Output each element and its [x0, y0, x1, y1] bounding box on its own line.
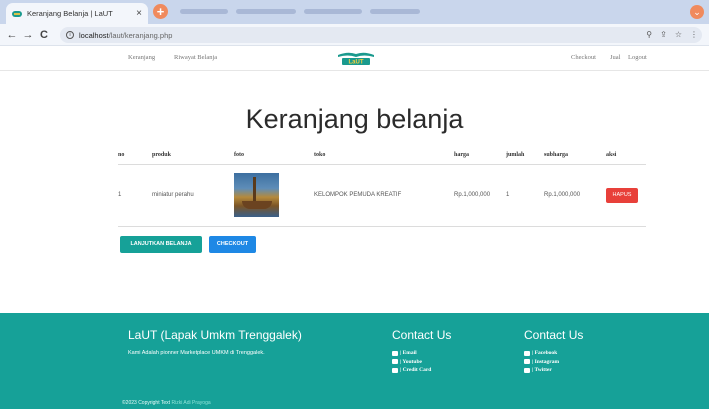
- footer-contact-list: | Email | Youtube | Credit Card: [392, 349, 431, 375]
- footer-link-facebook[interactable]: | Facebook: [524, 349, 559, 358]
- column-header: produk: [152, 146, 234, 165]
- copyright-text: ©2023 Copyright Text: [122, 400, 171, 406]
- site-logo[interactable]: LaUT: [336, 51, 376, 66]
- site-favicon-icon: [12, 10, 22, 17]
- author-link[interactable]: Rizki Adi Prayoga: [171, 400, 210, 406]
- blurred-tab[interactable]: [370, 9, 420, 14]
- footer-link-instagram[interactable]: | Instagram: [524, 358, 559, 367]
- column-header: foto: [234, 146, 314, 165]
- column-header: no: [118, 146, 152, 165]
- footer-link-credit-card[interactable]: | Credit Card: [392, 366, 431, 375]
- tab-close-icon[interactable]: ×: [136, 8, 142, 19]
- menu-icon[interactable]: ⋮: [690, 30, 698, 39]
- facebook-icon: [524, 350, 530, 356]
- back-arrow-icon[interactable]: ←: [6, 28, 18, 42]
- nav-riwayat-link[interactable]: Riwayat Belanja: [174, 54, 217, 61]
- footer-brand: LaUT (Lapak Umkm Trenggalek): [128, 328, 302, 342]
- youtube-icon: [392, 359, 398, 365]
- profile-chevron-icon[interactable]: ⌄: [690, 5, 704, 19]
- site-footer: LaUT (Lapak Umkm Trenggalek) Kami Adalah…: [0, 313, 709, 409]
- checkout-button[interactable]: CHECKOUT: [209, 236, 256, 253]
- tab-title: Keranjang Belanja | LaUT: [27, 9, 113, 18]
- store-name: KELOMPOK PEMUDA KREATIF: [314, 164, 454, 227]
- subtotal: Rp.1,000,000: [544, 164, 606, 227]
- column-header: aksi: [606, 146, 646, 165]
- footer-copyright: ©2023 Copyright Text Rizki Adi Prayoga: [122, 400, 211, 406]
- share-icon[interactable]: ⇪: [660, 30, 667, 39]
- instagram-icon: [524, 359, 530, 365]
- credit-card-icon: [392, 367, 398, 373]
- blurred-tab[interactable]: [180, 9, 228, 14]
- column-header: toko: [314, 146, 454, 165]
- browser-tab[interactable]: Keranjang Belanja | LaUT ×: [6, 3, 148, 24]
- nav-jual-link[interactable]: Jual: [610, 54, 620, 61]
- reload-icon[interactable]: C: [38, 28, 50, 42]
- zoom-icon[interactable]: ⚲: [646, 30, 652, 39]
- footer-contact-heading: Contact Us: [392, 328, 452, 342]
- nav-logout-link[interactable]: Logout: [628, 54, 647, 61]
- page-title: Keranjang belanja: [245, 104, 464, 134]
- blurred-tab[interactable]: [304, 9, 362, 14]
- column-header: jumlah: [506, 146, 544, 165]
- twitter-icon: [524, 367, 530, 373]
- column-header: harga: [454, 146, 506, 165]
- product-name: miniatur perahu: [152, 164, 234, 227]
- site-navbar: Keranjang Riwayat Belanja LaUT Checkout …: [0, 46, 709, 71]
- footer-social-list: | Facebook | Instagram | Twitter: [524, 349, 559, 375]
- new-tab-button[interactable]: +: [153, 4, 168, 19]
- blurred-tab[interactable]: [236, 9, 296, 14]
- continue-shopping-button[interactable]: LANJUTKAN BELANJA: [120, 236, 202, 253]
- logo-text: LaUT: [349, 60, 364, 66]
- quantity: 1: [506, 164, 544, 227]
- nav-keranjang-link[interactable]: Keranjang: [128, 54, 155, 61]
- table-row: 1 miniatur perahu KELOMPOK PEMUDA KREATI…: [118, 164, 646, 227]
- remove-button[interactable]: HAPUS: [606, 187, 638, 203]
- nav-checkout-link[interactable]: Checkout: [571, 54, 596, 61]
- footer-description: Kami Adalah pionner Marketplace UMKM di …: [128, 350, 265, 356]
- url-path: /laut/keranjang.php: [108, 30, 173, 40]
- email-icon: [392, 350, 398, 356]
- footer-link-twitter[interactable]: | Twitter: [524, 366, 559, 375]
- browser-tabstrip: Keranjang Belanja | LaUT × + ⌄: [0, 0, 709, 24]
- url-host: localhost: [79, 30, 109, 40]
- star-icon[interactable]: ☆: [675, 30, 682, 39]
- site-info-icon[interactable]: i: [66, 31, 74, 39]
- footer-link-youtube[interactable]: | Youtube: [392, 358, 431, 367]
- column-header: subharga: [544, 146, 606, 165]
- footer-contact-heading: Contact Us: [524, 328, 584, 342]
- row-number: 1: [118, 164, 152, 227]
- product-price: Rp.1,000,000: [454, 164, 506, 227]
- product-photo: [234, 173, 279, 217]
- forward-arrow-icon[interactable]: →: [22, 28, 34, 42]
- table-header-row: no produk foto toko harga jumlah subharg…: [118, 146, 646, 165]
- url-input[interactable]: i localhost/laut/keranjang.php ⚲ ⇪ ☆ ⋮: [60, 27, 702, 43]
- address-bar-row: ← → C i localhost/laut/keranjang.php ⚲ ⇪…: [0, 24, 709, 46]
- cart-table: no produk foto toko harga jumlah subharg…: [118, 146, 646, 227]
- footer-link-email[interactable]: | Email: [392, 349, 431, 358]
